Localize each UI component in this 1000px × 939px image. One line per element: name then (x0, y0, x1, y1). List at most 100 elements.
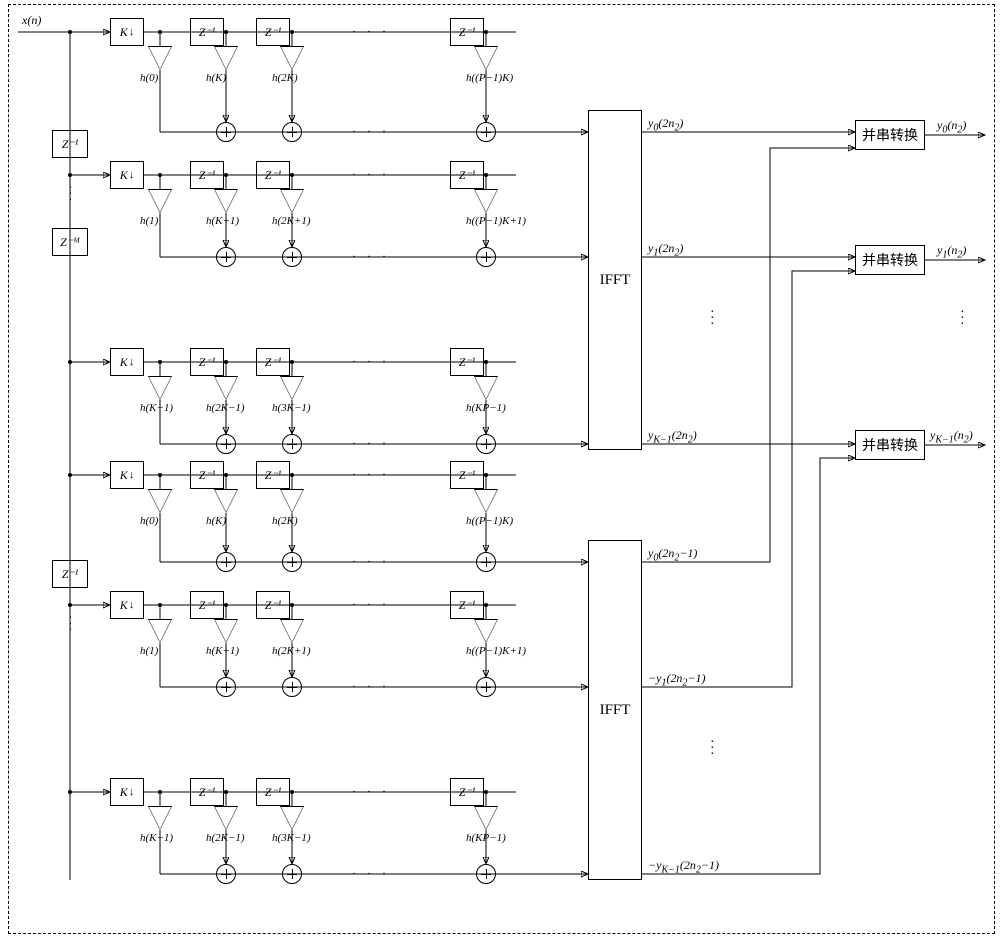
multiplier-triangle (280, 619, 304, 643)
coeff-label: h((P−1)K+1) (466, 645, 526, 657)
adder-circle (282, 247, 302, 267)
decimator-box: K (110, 778, 144, 806)
vdots-icon: ··· (68, 616, 73, 634)
coeff-label: h(1) (140, 645, 158, 657)
output-label-k1: yK−1(n2) (930, 428, 973, 445)
adder-circle (282, 552, 302, 572)
delay-z1-tap: Z⁻¹ (190, 591, 224, 619)
hdots-icon: · · · (352, 24, 390, 39)
multiplier-triangle (148, 46, 172, 70)
multiplier-triangle (214, 806, 238, 830)
adder-circle (282, 677, 302, 697)
adder-circle (216, 434, 236, 454)
delay-z1-tap: Z⁻¹ (256, 348, 290, 376)
outer-dashed-frame (8, 4, 995, 934)
ps-converter-0: 并串转换 (855, 120, 925, 150)
hdots-icon: · · · (352, 249, 390, 264)
vdots-icon: ··· (710, 740, 715, 758)
delay-z1-tap: Z⁻¹ (450, 161, 484, 189)
adder-circle (216, 864, 236, 884)
delay-zM-top: Z⁻ᴹ (52, 228, 88, 256)
ifft-box-bottom: IFFT (588, 540, 642, 880)
coeff-label: h(3K−1) (272, 402, 311, 414)
coeff-label: h(K) (206, 72, 226, 84)
ifft-top-out-k1: yK−1(2n2) (648, 428, 697, 445)
multiplier-triangle (214, 619, 238, 643)
adder-circle (282, 122, 302, 142)
delay-z1-tap: Z⁻¹ (256, 461, 290, 489)
decimator-box: K (110, 161, 144, 189)
multiplier-triangle (280, 376, 304, 400)
coeff-label: h((P−1)K+1) (466, 215, 526, 227)
delay-z1-tap: Z⁻¹ (256, 18, 290, 46)
hdots-icon: · · · (352, 554, 390, 569)
decimator-box: K (110, 461, 144, 489)
adder-circle (282, 434, 302, 454)
ifft-bot-out-k1: −yK−1(2n2−1) (648, 858, 719, 875)
coeff-label: h(K+1) (206, 645, 239, 657)
multiplier-triangle (474, 489, 498, 513)
multiplier-triangle (214, 189, 238, 213)
coeff-label: h(2K) (272, 515, 298, 527)
multiplier-triangle (280, 46, 304, 70)
adder-circle (216, 122, 236, 142)
hdots-icon: · · · (352, 467, 390, 482)
coeff-label: h(3K−1) (272, 832, 311, 844)
adder-circle (216, 552, 236, 572)
vdots-icon: ··· (710, 310, 715, 328)
delay-z1-tap: Z⁻¹ (450, 461, 484, 489)
multiplier-triangle (214, 489, 238, 513)
coeff-label: h(K−1) (140, 402, 173, 414)
delay-z1-tap: Z⁻¹ (190, 348, 224, 376)
vdots-icon: ··· (68, 186, 73, 204)
hdots-icon: · · · (352, 784, 390, 799)
coeff-label: h(2K) (272, 72, 298, 84)
delay-z1-tap: Z⁻¹ (256, 591, 290, 619)
coeff-label: h(1) (140, 215, 158, 227)
coeff-label: h(2K−1) (206, 832, 245, 844)
multiplier-triangle (148, 489, 172, 513)
ifft-top-out-1: y1(2n2) (648, 241, 683, 258)
multiplier-triangle (280, 806, 304, 830)
ifft-top-out-0: y0(2n2) (648, 116, 683, 133)
adder-circle (216, 247, 236, 267)
multiplier-triangle (214, 46, 238, 70)
delay-z1-tap: Z⁻¹ (450, 18, 484, 46)
ifft-box-top: IFFT (588, 110, 642, 450)
delay-z1-top-1: Z⁻¹ (52, 130, 88, 158)
delay-z1-tap: Z⁻¹ (256, 161, 290, 189)
multiplier-triangle (280, 489, 304, 513)
decimator-box: K (110, 18, 144, 46)
hdots-icon: · · · (352, 354, 390, 369)
multiplier-triangle (474, 46, 498, 70)
coeff-label: h((P−1)K) (466, 72, 513, 84)
delay-z1-bot-1: Z⁻¹ (52, 560, 88, 588)
coeff-label: h(K−1) (140, 832, 173, 844)
multiplier-triangle (148, 189, 172, 213)
multiplier-triangle (474, 619, 498, 643)
multiplier-triangle (474, 806, 498, 830)
hdots-icon: · · · (352, 167, 390, 182)
multiplier-triangle (474, 189, 498, 213)
coeff-label: h(0) (140, 72, 158, 84)
ifft-bot-out-0: y0(2n2−1) (648, 546, 697, 563)
coeff-label: h(KP−1) (466, 402, 506, 414)
decimator-box: K (110, 591, 144, 619)
ps-converter-1: 并串转换 (855, 245, 925, 275)
adder-circle (216, 677, 236, 697)
coeff-label: h(KP−1) (466, 832, 506, 844)
delay-z1-tap: Z⁻¹ (190, 161, 224, 189)
hdots-icon: · · · (352, 124, 390, 139)
coeff-label: h(2K+1) (272, 215, 311, 227)
output-label-0: y0(n2) (937, 118, 966, 135)
delay-z1-tap: Z⁻¹ (190, 461, 224, 489)
coeff-label: h(0) (140, 515, 158, 527)
coeff-label: h(2K+1) (272, 645, 311, 657)
delay-z1-tap: Z⁻¹ (190, 18, 224, 46)
coeff-label: h(2K−1) (206, 402, 245, 414)
delay-z1-tap: Z⁻¹ (450, 778, 484, 806)
coeff-label: h(K) (206, 515, 226, 527)
adder-circle (476, 247, 496, 267)
multiplier-triangle (280, 189, 304, 213)
adder-circle (476, 434, 496, 454)
